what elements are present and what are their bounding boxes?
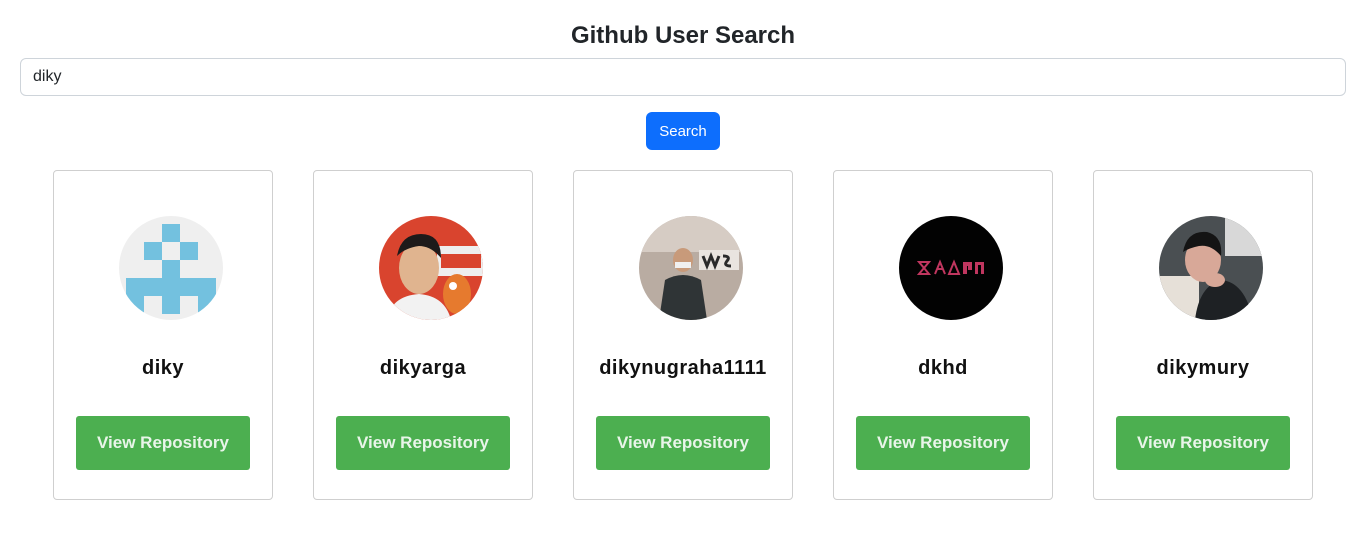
photo-avatar	[639, 216, 743, 320]
photo-avatar	[379, 216, 483, 320]
user-card: dikymury View Repository	[1093, 170, 1313, 500]
search-button[interactable]: Search	[646, 112, 720, 150]
user-card: dikyarga View Repository	[313, 170, 533, 500]
logo-avatar	[899, 216, 1003, 320]
view-repository-button[interactable]: View Repository	[336, 416, 510, 470]
view-repository-button[interactable]: View Repository	[1116, 416, 1290, 470]
username: dkhd	[918, 357, 968, 379]
user-card: diky View Repository	[53, 170, 273, 500]
username: dikyarga	[379, 357, 467, 379]
username: dikynugraha1111	[599, 357, 767, 379]
page-title: Github User Search	[570, 22, 796, 49]
view-repository-button[interactable]: View Repository	[596, 416, 770, 470]
photo-avatar	[1159, 216, 1263, 320]
view-repository-button[interactable]: View Repository	[76, 416, 250, 470]
user-card-list: diky View Repository dikyarga View Repos…	[53, 170, 1313, 500]
username: diky	[141, 357, 185, 379]
user-card: dkhd View Repository	[833, 170, 1053, 500]
username: dikymury	[1156, 357, 1250, 379]
identicon-avatar	[119, 216, 223, 320]
user-card: dikynugraha1111 View Repository	[573, 170, 793, 500]
view-repository-button[interactable]: View Repository	[856, 416, 1030, 470]
search-input[interactable]	[20, 58, 1346, 96]
